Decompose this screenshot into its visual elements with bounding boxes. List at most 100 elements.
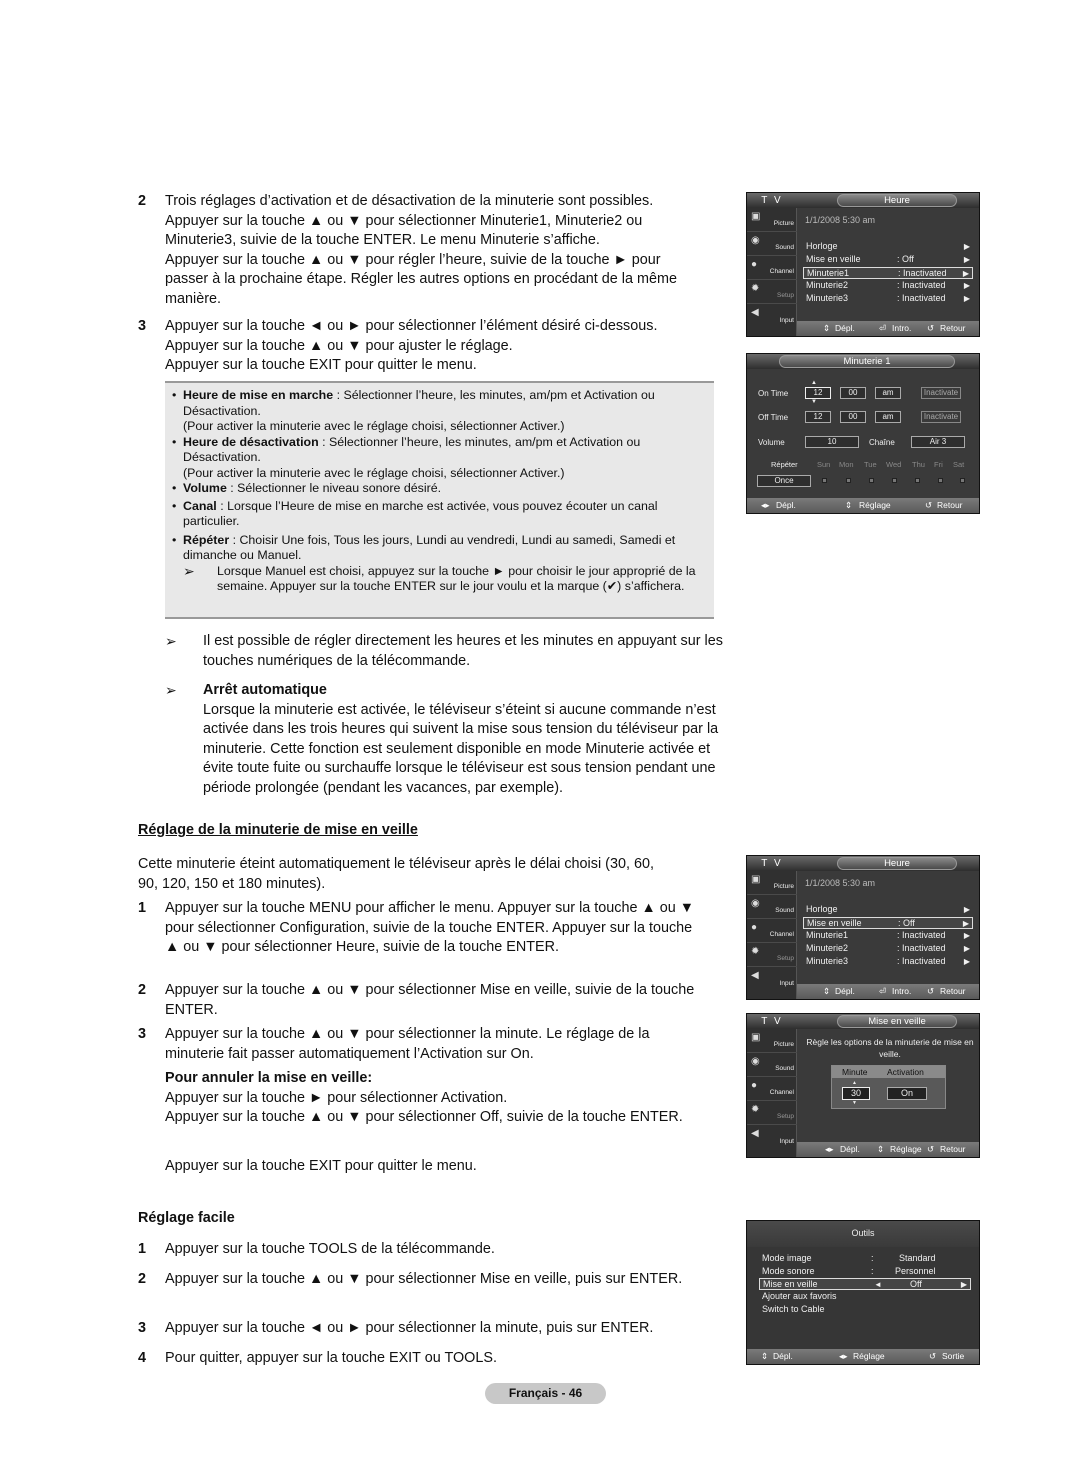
menu-row-mise-en-veille[interactable]: Mise en veille: Off ▶ (803, 254, 973, 266)
volume-field[interactable]: 10 (805, 436, 859, 448)
repeat-label: Répéter (771, 460, 798, 469)
option-term: Heure de mise en marche (183, 388, 334, 402)
menu-row-minuterie2[interactable]: Minuterie2: Inactivated ▶ (803, 280, 973, 292)
tools-row-ajouter-favoris[interactable]: Ajouter aux favoris (759, 1291, 971, 1303)
on-activation-field[interactable]: Inactivate (921, 387, 961, 399)
text-line: Trois réglages d’activation et de désact… (165, 193, 654, 209)
step-number: 3 (138, 318, 147, 334)
text-line: Appuyer sur la touche ▲ ou ▼ pour sélect… (165, 212, 643, 229)
sidebar-label: Sound (775, 907, 794, 914)
leftright-icon: ◂▸ (839, 1351, 848, 1361)
off-min-field[interactable]: 00 (840, 411, 866, 423)
day-checkbox[interactable] (869, 478, 874, 483)
sidebar-label: Sound (775, 244, 794, 251)
sidebar-item-channel[interactable]: ● Channel (747, 1077, 797, 1101)
sleep-step-3: Appuyer sur la touche ▲ ou ▼ pour sélect… (165, 1026, 650, 1062)
sidebar-label: Input (779, 980, 794, 987)
arrow-right-icon: ▶ (963, 944, 970, 953)
menu-row-minuterie3[interactable]: Minuterie3: Inactivated ▶ (803, 956, 973, 968)
tv-sidebar: ▣ Picture ◉ Sound ● Channel ✹ Setup ◀ Input (747, 208, 797, 336)
channel-field[interactable]: Air 3 (911, 436, 965, 448)
row-label: Minuterie1 (806, 930, 849, 940)
step-number: 1 (138, 1241, 147, 1257)
on-hour-field[interactable]: 12 (805, 387, 831, 399)
help-back: Retour (940, 1144, 966, 1154)
row-label: Mode image (762, 1253, 812, 1263)
up-arrow-icon: ▲ (811, 380, 817, 386)
menu-row-horloge[interactable]: Horloge ▶ (803, 241, 973, 253)
menu-row-minuterie1[interactable]: Minuterie1: Inactivated ▶ (803, 930, 973, 942)
day-checkbox[interactable] (938, 478, 943, 483)
sleep-step-2: Appuyer sur la touche ▲ ou ▼ pour sélect… (165, 982, 695, 1018)
sidebar-label: Channel (769, 268, 794, 275)
sidebar-item-picture[interactable]: ▣ Picture (747, 208, 797, 232)
sidebar-item-channel[interactable]: ● Channel (747, 256, 797, 280)
input-icon: ◀ (751, 1128, 759, 1139)
menu-row-minuterie1[interactable]: Minuterie1: Inactivated ▶ (803, 267, 973, 279)
sidebar-item-sound[interactable]: ◉ Sound (747, 895, 797, 919)
activation-field[interactable]: On (887, 1087, 927, 1100)
row-label: Mode sonore (762, 1266, 815, 1276)
option-extra: (Pour activer la minuterie avec le régla… (183, 465, 565, 480)
step-number: 3 (138, 1026, 147, 1042)
menu-row-minuterie3[interactable]: Minuterie3: Inactivated ▶ (803, 293, 973, 305)
sidebar-item-picture[interactable]: ▣ Picture (747, 1029, 797, 1053)
cancel-title: Pour annuler la mise en veille: (165, 1070, 373, 1086)
day-checkbox[interactable] (822, 478, 827, 483)
on-ampm-field[interactable]: am (875, 387, 901, 399)
minute-label: Minute (842, 1067, 868, 1077)
help-adjust: Réglage (853, 1351, 885, 1361)
note-arrow-icon: ➢ (183, 562, 195, 579)
row-sep: : (871, 1266, 874, 1276)
menu-row-mise-en-veille[interactable]: Mise en veille: Off ▶ (803, 917, 973, 929)
sound-icon: ◉ (751, 1056, 760, 1067)
option-term: Heure de désactivation (183, 434, 319, 449)
screen-title: Heure (837, 194, 957, 207)
day-checkbox[interactable] (915, 478, 920, 483)
sidebar-item-input[interactable]: ◀ Input (747, 967, 797, 991)
help-bar: ⇕ Dépl. ◂▸ Réglage ↺ Sortie (747, 1349, 979, 1364)
tools-row-switch-cable[interactable]: Switch to Cable (759, 1304, 971, 1316)
activation-label: Activation (887, 1067, 924, 1077)
sidebar-item-setup[interactable]: ✹ Setup (747, 280, 797, 304)
menu-row-minuterie2[interactable]: Minuterie2: Inactivated ▶ (803, 943, 973, 955)
sidebar-item-input[interactable]: ◀ Input (747, 304, 797, 328)
option-desc: : Lorsque l’Heure de mise en marche est … (183, 498, 658, 529)
day-thu: Thu (912, 460, 925, 469)
row-label: Mise en veille (806, 254, 861, 264)
text-line: Appuyer sur la touche ► pour sélectionne… (165, 1089, 508, 1106)
repeat-field[interactable]: Once (757, 475, 811, 487)
sidebar-item-sound[interactable]: ◉ Sound (747, 232, 797, 256)
tools-row-mode-image[interactable]: Mode image: Standard (759, 1253, 971, 1265)
day-checkbox[interactable] (846, 478, 851, 483)
picture-icon: ▣ (751, 1032, 761, 1043)
row-value: : Inactivated (897, 293, 946, 303)
minute-field[interactable]: 30 (842, 1087, 870, 1100)
tools-row-mise-en-veille[interactable]: Mise en veille ◄ Off ▶ (759, 1278, 971, 1290)
off-activation-field[interactable]: Inactivate (921, 411, 961, 423)
day-checkbox[interactable] (960, 478, 965, 483)
picture-icon: ▣ (751, 211, 761, 222)
option-off-time: Heure de désactivation : Sélectionner l’… (172, 435, 712, 482)
sidebar-item-setup[interactable]: ✹ Setup (747, 943, 797, 967)
menu-row-horloge[interactable]: Horloge ▶ (803, 904, 973, 916)
sidebar-item-channel[interactable]: ● Channel (747, 919, 797, 943)
return-icon: ↺ (927, 1144, 935, 1154)
help-enter: Intro. (892, 986, 912, 996)
updown-icon: ⇕ (823, 986, 831, 996)
row-label: Minuterie3 (806, 956, 849, 966)
sidebar-item-input[interactable]: ◀ Input (747, 1125, 797, 1149)
channel-icon: ● (751, 259, 758, 270)
sidebar-item-sound[interactable]: ◉ Sound (747, 1053, 797, 1077)
row-label: Ajouter aux favoris (762, 1291, 837, 1301)
screen-title: Minuterie 1 (779, 355, 955, 368)
day-checkbox[interactable] (892, 478, 897, 483)
sidebar-item-picture[interactable]: ▣ Picture (747, 871, 797, 895)
off-ampm-field[interactable]: am (875, 411, 901, 423)
off-hour-field[interactable]: 12 (805, 411, 831, 423)
arrow-right-icon: ▶ (963, 242, 970, 251)
sidebar-item-setup[interactable]: ✹ Setup (747, 1101, 797, 1125)
tools-row-mode-sonore[interactable]: Mode sonore: Personnel (759, 1266, 971, 1278)
text-line: Appuyer sur la touche ◄ ou ► pour sélect… (165, 318, 658, 334)
on-min-field[interactable]: 00 (840, 387, 866, 399)
